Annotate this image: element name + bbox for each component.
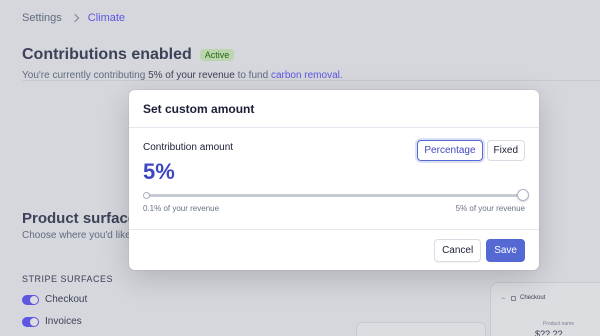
- slider-max-label: 5% of your revenue: [455, 204, 525, 213]
- fixed-option[interactable]: Fixed: [486, 140, 525, 161]
- amount-mode-toggle: Percentage Fixed: [417, 140, 525, 161]
- contribution-amount-label: Contribution amount: [143, 142, 234, 153]
- custom-amount-dialog: Set custom amount Contribution amount Pe…: [129, 90, 539, 270]
- dialog-title: Set custom amount: [129, 90, 539, 128]
- slider-min-marker: [143, 192, 150, 199]
- dialog-footer: Cancel Save: [129, 230, 539, 270]
- slider-min-label: 0.1% of your revenue: [143, 204, 220, 213]
- contribution-slider[interactable]: [143, 189, 529, 201]
- percentage-option[interactable]: Percentage: [417, 140, 483, 161]
- slider-thumb[interactable]: [517, 189, 529, 201]
- dialog-body: Contribution amount Percentage Fixed 5% …: [129, 128, 539, 230]
- contribution-value: 5%: [143, 159, 175, 184]
- save-button[interactable]: Save: [486, 238, 525, 262]
- cancel-button[interactable]: Cancel: [434, 238, 482, 262]
- slider-fill: [145, 194, 523, 197]
